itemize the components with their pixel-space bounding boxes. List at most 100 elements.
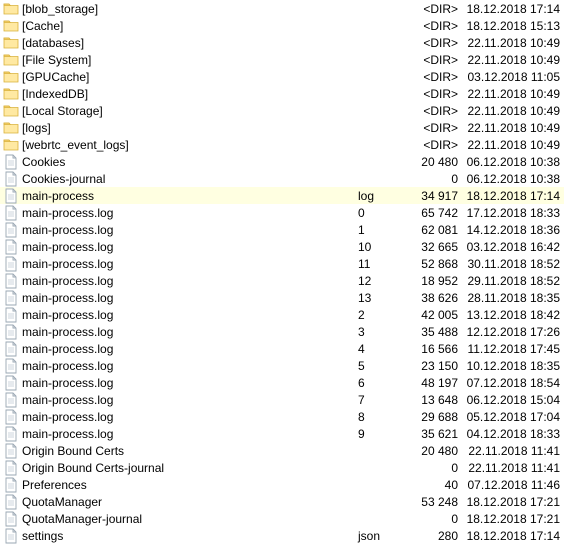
file-row[interactable]: [GPUCache]<DIR>03.12.2018 11:05 [0, 68, 564, 85]
file-date: 22.11.2018 11:41 [462, 444, 564, 458]
file-date: 06.12.2018 15:04 [462, 393, 564, 407]
file-date: 03.12.2018 16:42 [462, 240, 564, 254]
file-name: main-process.log [22, 342, 358, 356]
file-row[interactable]: main-process.log162 08114.12.2018 18:36 [0, 221, 564, 238]
file-row[interactable]: main-process.log935 62104.12.2018 18:33 [0, 425, 564, 442]
file-size: 20 480 [396, 444, 462, 458]
file-row[interactable]: main-process.log829 68805.12.2018 17:04 [0, 408, 564, 425]
file-date: 30.11.2018 18:52 [462, 257, 564, 271]
file-row[interactable]: Origin Bound Certs20 48022.11.2018 11:41 [0, 442, 564, 459]
file-icon [3, 239, 19, 255]
file-row[interactable]: settingsjson28018.12.2018 17:14 [0, 527, 564, 544]
file-date: 18.12.2018 17:21 [462, 495, 564, 509]
file-ext: 6 [358, 376, 396, 390]
file-ext: json [358, 529, 396, 543]
file-row[interactable]: QuotaManager53 24818.12.2018 17:21 [0, 493, 564, 510]
file-row[interactable]: main-process.log1032 66503.12.2018 16:42 [0, 238, 564, 255]
file-size: 32 665 [396, 240, 462, 254]
file-name: [blob_storage] [22, 2, 358, 16]
file-row[interactable]: main-process.log1152 86830.11.2018 18:52 [0, 255, 564, 272]
file-size: 65 742 [396, 206, 462, 220]
file-row[interactable]: Preferences4007.12.2018 11:46 [0, 476, 564, 493]
file-name: [logs] [22, 121, 358, 135]
file-icon [3, 477, 19, 493]
file-row[interactable]: main-process.log523 15010.12.2018 18:35 [0, 357, 564, 374]
file-row[interactable]: main-process.log1338 62628.11.2018 18:35 [0, 289, 564, 306]
file-size: <DIR> [396, 138, 462, 152]
file-date: 10.12.2018 18:35 [462, 359, 564, 373]
file-date: 07.12.2018 18:54 [462, 376, 564, 390]
file-date: 12.12.2018 17:26 [462, 325, 564, 339]
file-size: 53 248 [396, 495, 462, 509]
file-date: 22.11.2018 10:49 [462, 53, 564, 67]
file-name: main-process.log [22, 325, 358, 339]
file-row[interactable]: Cookies-journal006.12.2018 10:38 [0, 170, 564, 187]
file-date: 11.12.2018 17:45 [462, 342, 564, 356]
file-name: [File System] [22, 53, 358, 67]
file-size: 0 [396, 461, 462, 475]
file-size: 0 [396, 512, 462, 526]
file-date: 28.11.2018 18:35 [462, 291, 564, 305]
file-row[interactable]: [blob_storage] <DIR>18.12.2018 17:14 [0, 0, 564, 17]
file-name: [webrtc_event_logs] [22, 138, 358, 152]
file-row[interactable]: [logs]<DIR>22.11.2018 10:49 [0, 119, 564, 136]
file-icon [3, 443, 19, 459]
file-date: 18.12.2018 15:13 [462, 19, 564, 33]
file-name: main-process [22, 189, 358, 203]
file-icon [3, 392, 19, 408]
file-row[interactable]: [IndexedDB]<DIR>22.11.2018 10:49 [0, 85, 564, 102]
file-row[interactable]: main-process.log416 56611.12.2018 17:45 [0, 340, 564, 357]
folder-icon [3, 35, 19, 51]
file-size: 48 197 [396, 376, 462, 390]
file-size: 40 [396, 478, 462, 492]
file-row[interactable]: main-process.log242 00513.12.2018 18:42 [0, 306, 564, 323]
file-row[interactable]: main-process.log065 74217.12.2018 18:33 [0, 204, 564, 221]
file-size: 35 621 [396, 427, 462, 441]
file-row[interactable]: main-process.log1218 95229.11.2018 18:52 [0, 272, 564, 289]
file-name: main-process.log [22, 393, 358, 407]
file-size: <DIR> [396, 121, 462, 135]
file-ext: 12 [358, 274, 396, 288]
file-size: 280 [396, 529, 462, 543]
file-size: <DIR> [396, 2, 462, 16]
file-icon [3, 290, 19, 306]
file-row[interactable]: [webrtc_event_logs]<DIR>22.11.2018 10:49 [0, 136, 564, 153]
file-date: 18.12.2018 17:14 [462, 529, 564, 543]
file-icon [3, 460, 19, 476]
file-list[interactable]: [blob_storage]<DIR>18.12.2018 17:14[Cach… [0, 0, 564, 544]
file-row[interactable]: [Local Storage]<DIR>22.11.2018 10:49 [0, 102, 564, 119]
file-name: main-process.log [22, 240, 358, 254]
file-row[interactable]: Origin Bound Certs-journal022.11.2018 11… [0, 459, 564, 476]
file-row[interactable]: main-process.log335 48812.12.2018 17:26 [0, 323, 564, 340]
file-row[interactable]: [Cache]<DIR>18.12.2018 15:13 [0, 17, 564, 34]
file-size: 0 [396, 172, 462, 186]
file-size: <DIR> [396, 53, 462, 67]
file-name: main-process.log [22, 308, 358, 322]
file-row[interactable]: QuotaManager-journal018.12.2018 17:21 [0, 510, 564, 527]
file-name: [GPUCache] [22, 70, 358, 84]
file-size: 20 480 [396, 155, 462, 169]
file-size: <DIR> [396, 19, 462, 33]
file-date: 06.12.2018 10:38 [462, 172, 564, 186]
file-date: 18.12.2018 17:14 [462, 2, 564, 16]
file-icon [3, 188, 19, 204]
file-name: Origin Bound Certs-journal [22, 461, 358, 475]
file-row[interactable]: Cookies20 48006.12.2018 10:38 [0, 153, 564, 170]
file-date: 22.11.2018 10:49 [462, 104, 564, 118]
file-row[interactable]: main-processlog34 91718.12.2018 17:14 [0, 187, 564, 204]
file-icon [3, 256, 19, 272]
file-date: 22.11.2018 10:49 [462, 87, 564, 101]
file-size: <DIR> [396, 104, 462, 118]
file-size: 42 005 [396, 308, 462, 322]
file-icon [3, 307, 19, 323]
file-row[interactable]: [File System] <DIR>22.11.2018 10:49 [0, 51, 564, 68]
file-row[interactable]: main-process.log648 19707.12.2018 18:54 [0, 374, 564, 391]
file-size: 38 626 [396, 291, 462, 305]
file-icon [3, 375, 19, 391]
file-name: main-process.log [22, 410, 358, 424]
file-name: Cookies [22, 155, 358, 169]
file-row[interactable]: [databases]<DIR>22.11.2018 10:49 [0, 34, 564, 51]
file-ext: 1 [358, 223, 396, 237]
file-row[interactable]: main-process.log713 64806.12.2018 15:04 [0, 391, 564, 408]
file-ext: 5 [358, 359, 396, 373]
